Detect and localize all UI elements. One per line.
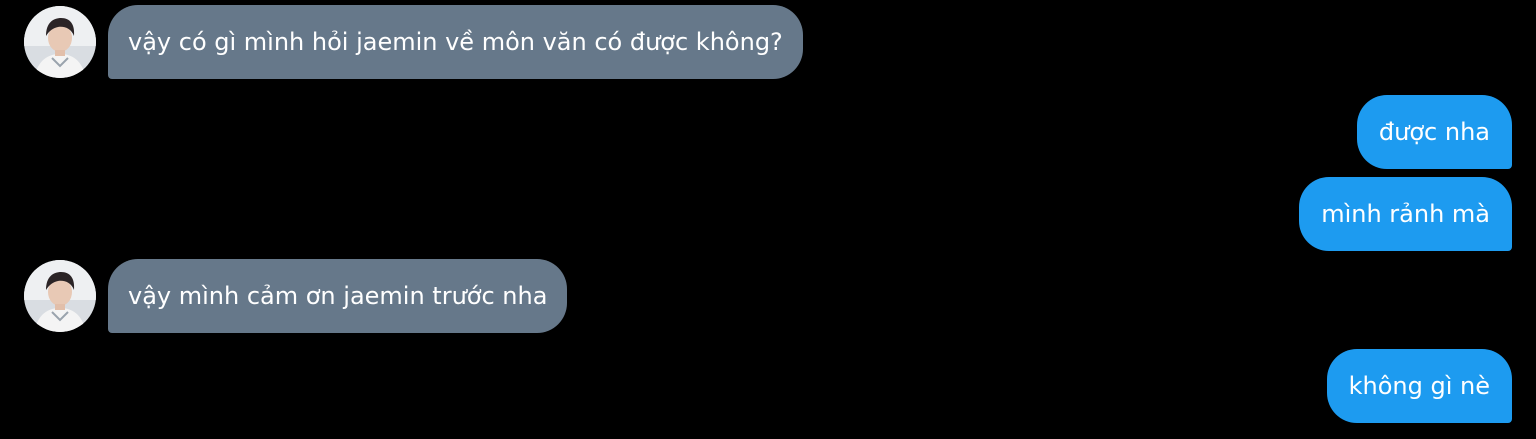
message-bubble-incoming[interactable]: vậy mình cảm ơn jaemin trước nha <box>108 259 568 333</box>
user-avatar-icon[interactable] <box>24 6 96 78</box>
message-text: không gì nè <box>1348 372 1490 400</box>
message-thread: vậy có gì mình hỏi jaemin về môn văn có … <box>0 0 1536 439</box>
avatar-photo <box>24 6 96 78</box>
message-bubble-outgoing[interactable]: được nha <box>1356 95 1512 169</box>
message-text: vậy có gì mình hỏi jaemin về môn văn có … <box>128 28 783 56</box>
avatar-photo <box>24 260 96 332</box>
message-bubble-outgoing[interactable]: không gì nè <box>1326 349 1512 423</box>
message-text: mình rảnh mà <box>1321 200 1490 228</box>
message-text: được nha <box>1378 118 1490 146</box>
message-bubble-outgoing[interactable]: mình rảnh mà <box>1299 177 1512 251</box>
message-text: vậy mình cảm ơn jaemin trước nha <box>128 282 548 310</box>
message-bubble-incoming[interactable]: vậy có gì mình hỏi jaemin về môn văn có … <box>108 5 803 79</box>
user-avatar-icon[interactable] <box>24 260 96 332</box>
